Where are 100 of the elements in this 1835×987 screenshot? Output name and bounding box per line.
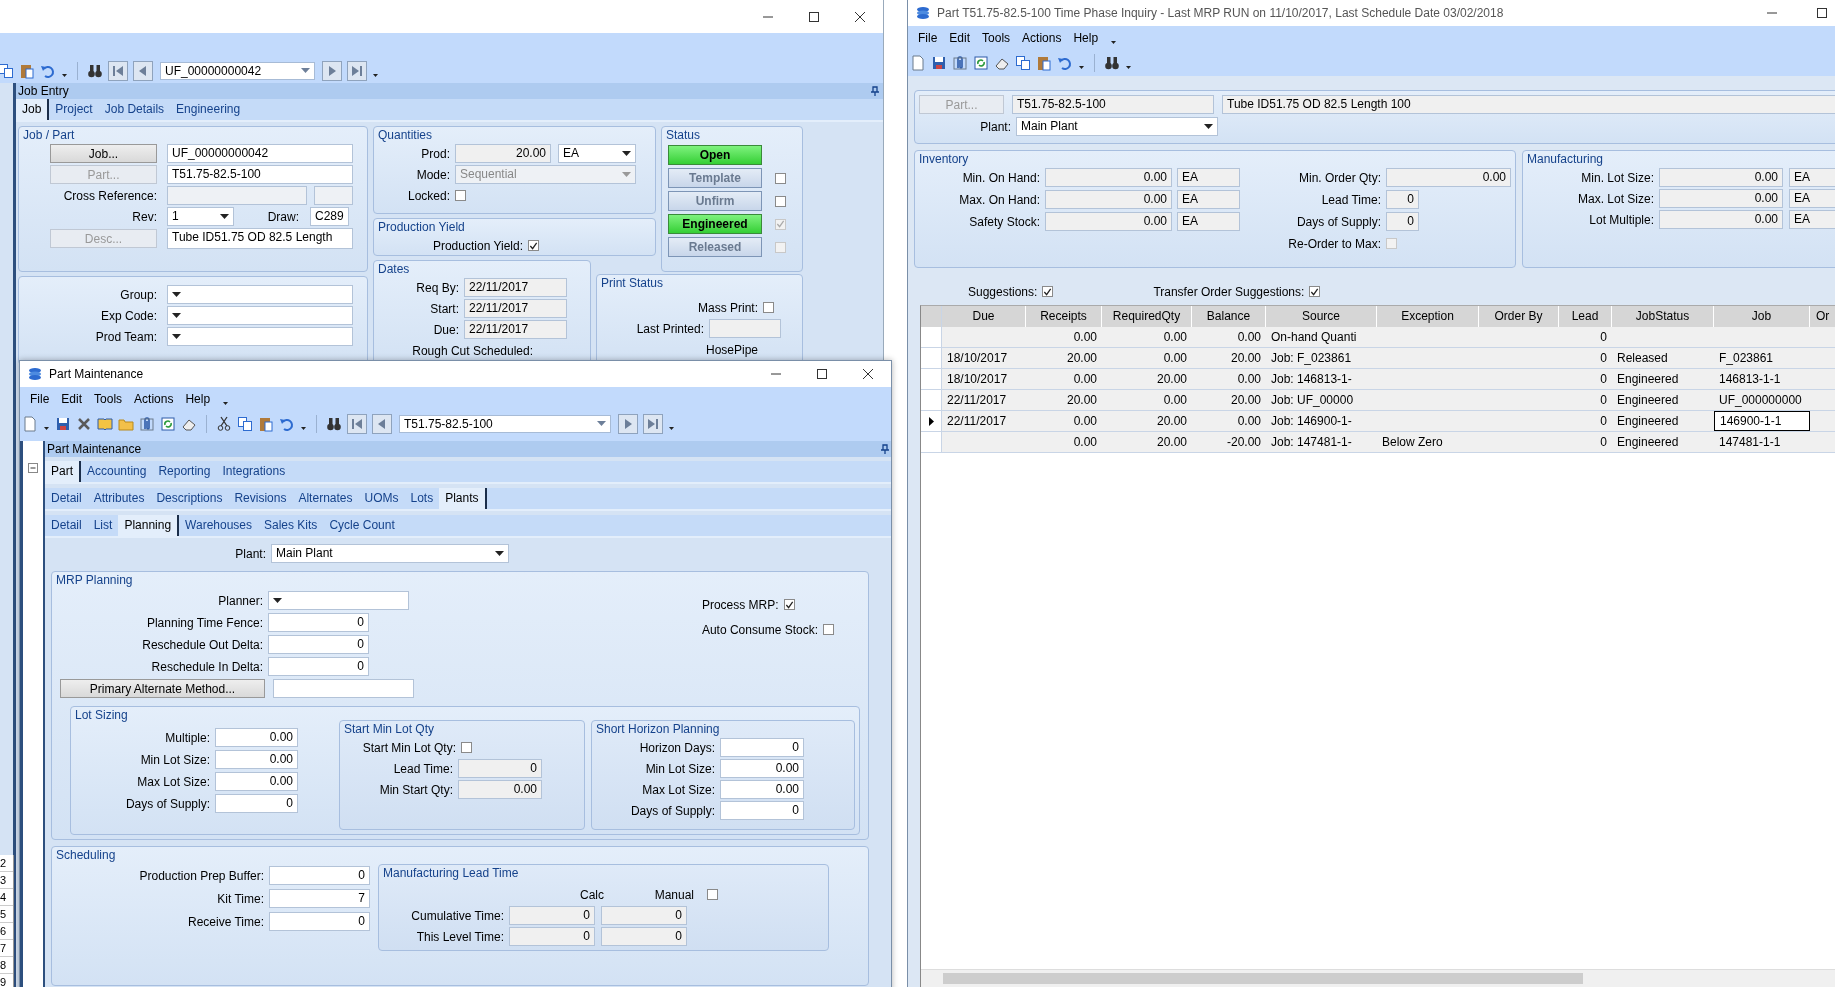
number-field[interactable]: 0: [215, 794, 298, 813]
binoculars-icon[interactable]: [326, 415, 342, 432]
number-field[interactable]: 0: [269, 912, 370, 931]
previous-icon[interactable]: [133, 60, 153, 81]
number-field[interactable]: 0: [720, 738, 804, 757]
text-field[interactable]: C289: [310, 207, 349, 226]
date-field[interactable]: 22/11/2017: [464, 278, 567, 297]
tab[interactable]: Revisions: [228, 488, 293, 509]
paperclip-icon[interactable]: [952, 54, 968, 71]
text-field[interactable]: [167, 186, 307, 205]
tab[interactable]: Integrations: [216, 461, 292, 482]
number-field[interactable]: 0.00: [1659, 168, 1783, 187]
copy-icon[interactable]: [237, 415, 253, 432]
number-field[interactable]: 0.00: [215, 728, 298, 747]
refresh-icon[interactable]: [973, 54, 989, 71]
text-field[interactable]: [273, 679, 414, 698]
number-field[interactable]: 0.00: [1659, 189, 1783, 208]
number-field[interactable]: 0: [269, 866, 370, 885]
floppy-icon[interactable]: [55, 415, 71, 432]
tab[interactable]: Alternates: [292, 488, 359, 509]
date-field[interactable]: 22/11/2017: [464, 299, 567, 318]
number-field[interactable]: 7: [269, 889, 370, 908]
unit-field[interactable]: EA: [1177, 212, 1240, 231]
checkbox[interactable]: [783, 599, 795, 610]
caret-icon[interactable]: [1204, 124, 1213, 129]
caret-icon[interactable]: [172, 292, 181, 297]
number-field[interactable]: 0: [458, 759, 542, 778]
unit-field[interactable]: EA: [1789, 168, 1835, 187]
description-field[interactable]: Tube ID51.75 OD 82.5 Length 100: [1222, 95, 1835, 114]
number-field[interactable]: 0.00: [1045, 212, 1172, 231]
tab[interactable]: Job Details: [98, 99, 171, 120]
skip-last-icon[interactable]: [643, 413, 663, 434]
record-combo[interactable]: UF_00000000042: [160, 61, 315, 80]
next-icon[interactable]: [618, 413, 638, 434]
maximize-icon[interactable]: [816, 368, 828, 380]
status-button[interactable]: Open: [668, 145, 762, 165]
text-field[interactable]: [314, 186, 353, 205]
tab[interactable]: Part: [45, 461, 81, 482]
number-field[interactable]: 0: [509, 906, 595, 925]
rev-dropdown[interactable]: 1: [167, 207, 234, 226]
maximize-icon[interactable]: [1816, 7, 1828, 19]
skip-first-icon[interactable]: [347, 413, 367, 434]
maximize-icon[interactable]: [808, 10, 820, 23]
job-button[interactable]: Job...: [50, 144, 157, 163]
tab[interactable]: Reporting: [152, 461, 217, 482]
menu-item[interactable]: File: [918, 31, 938, 45]
menu-item[interactable]: Edit: [949, 31, 971, 45]
book-icon[interactable]: [97, 415, 113, 432]
primary-alternate-method-button[interactable]: Primary Alternate Method...: [60, 679, 265, 698]
pin-icon[interactable]: [871, 86, 879, 96]
number-field[interactable]: 0.00: [458, 780, 542, 799]
binoculars-icon[interactable]: [1104, 54, 1120, 71]
job-field[interactable]: UF_00000000042: [167, 144, 353, 163]
tab[interactable]: Cycle Count: [323, 515, 401, 536]
date-field[interactable]: 22/11/2017: [464, 320, 567, 339]
scissors-icon[interactable]: [216, 415, 232, 432]
checkbox[interactable]: [1042, 286, 1054, 297]
unit-field[interactable]: EA: [1177, 168, 1240, 187]
checkbox[interactable]: [775, 172, 786, 184]
plant-dropdown[interactable]: Main Plant: [1016, 117, 1218, 136]
number-field[interactable]: 0: [601, 906, 687, 925]
number-field[interactable]: 0.00: [215, 772, 298, 791]
clipboard-icon[interactable]: [19, 62, 35, 79]
menu-item[interactable]: Actions: [134, 392, 174, 406]
menu-item[interactable]: Help: [1073, 31, 1099, 45]
checkbox[interactable]: [461, 742, 472, 753]
floppy-icon[interactable]: [931, 54, 947, 71]
unit-field[interactable]: EA: [1789, 189, 1835, 208]
number-field[interactable]: 0: [601, 927, 687, 946]
tab[interactable]: Descriptions: [150, 488, 229, 509]
number-field[interactable]: 0: [509, 927, 595, 946]
record-combo[interactable]: T51.75-82.5-100: [399, 414, 611, 433]
collapse-icon[interactable]: [28, 463, 38, 473]
next-icon[interactable]: [322, 60, 342, 81]
number-field[interactable]: 0.00: [720, 759, 804, 778]
caret-icon[interactable]: [495, 551, 504, 556]
tab[interactable]: List: [87, 515, 119, 536]
date-field[interactable]: [709, 319, 781, 338]
tab[interactable]: Lots: [404, 488, 440, 509]
caret-icon[interactable]: [273, 598, 282, 603]
tab[interactable]: Detail: [45, 488, 88, 509]
checkbox[interactable]: [775, 195, 786, 207]
checkbox[interactable]: [1309, 286, 1321, 297]
pin-icon[interactable]: [881, 444, 889, 454]
number-field[interactable]: 0.00: [1045, 190, 1172, 209]
tab[interactable]: Engineering: [170, 99, 247, 120]
clipboard-icon[interactable]: [1036, 54, 1052, 71]
binoculars-icon[interactable]: [87, 62, 103, 79]
number-field[interactable]: 0: [268, 657, 369, 676]
checkbox[interactable]: [528, 240, 539, 251]
tab[interactable]: Detail: [45, 515, 88, 536]
close-icon[interactable]: [862, 368, 874, 380]
menu-item[interactable]: File: [30, 392, 50, 406]
page-icon[interactable]: [910, 54, 926, 71]
number-field[interactable]: 0: [268, 635, 369, 654]
paperclip-icon[interactable]: [139, 415, 155, 432]
unit-dropdown[interactable]: EA: [558, 144, 636, 163]
close-icon[interactable]: [854, 10, 866, 23]
number-field[interactable]: 20.00: [455, 144, 551, 163]
menu-item[interactable]: Tools: [94, 392, 123, 406]
